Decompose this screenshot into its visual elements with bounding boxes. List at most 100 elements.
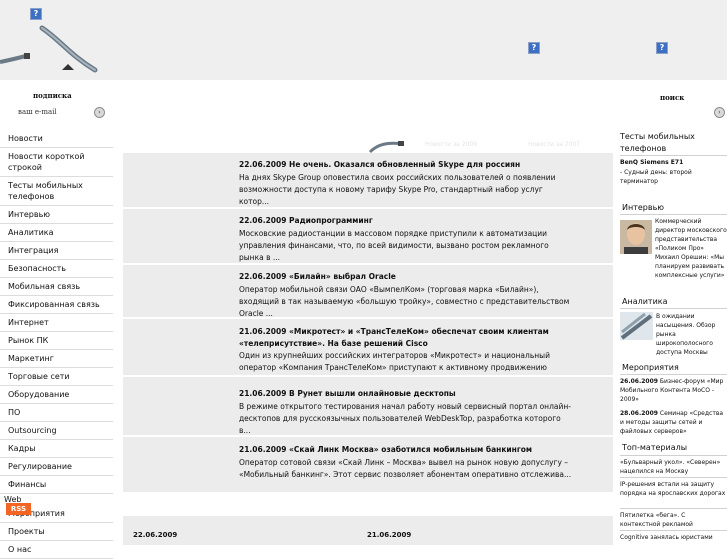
nav-item-label: Интервью (8, 210, 51, 219)
news-item: 22.06.2009 Не очень. Оказался обновленны… (123, 153, 613, 207)
nav-item-label: Рынок ПК (8, 336, 49, 345)
news-item: 21.06.2009 «Микротест» и «ТрансТелеКом» … (123, 319, 613, 384)
left-navigation: Новости Новости короткой строкой Тесты м… (0, 130, 113, 559)
top-item[interactable]: Cognitive занялась юристами (620, 533, 726, 542)
nav-item-internet[interactable]: Интернет (0, 314, 113, 332)
nav-item-label: Регулирование (8, 462, 72, 471)
news-title[interactable]: 22.06.2009 «Билайн» выбрал Oracle (239, 272, 396, 281)
search-title: поиск (660, 93, 685, 102)
news-item: 21.06.2009 «Скай Линк Москва» озаботился… (123, 437, 613, 492)
date-label: 22.06.2009 (133, 531, 178, 539)
event-date: 28.06.2009 (620, 410, 658, 417)
nav-item-label: Фиксированная связь (8, 300, 100, 309)
nav-item-regulation[interactable]: Регулирование (0, 458, 113, 476)
event-date: 26.06.2009 (620, 378, 658, 385)
divider (620, 155, 727, 156)
nav-item-marketing[interactable]: Маркетинг (0, 350, 113, 368)
nav-item-projects[interactable]: Проекты (0, 523, 113, 541)
news-title[interactable]: 22.06.2009 Не очень. Оказался обновленны… (239, 160, 520, 169)
analytics-photo (620, 312, 653, 340)
divider (620, 508, 727, 509)
broken-image-icon: ? (528, 42, 540, 54)
nav-item-mobile[interactable]: Мобильная связь (0, 278, 113, 296)
archive-tab-2009[interactable]: Новости за 2009 (425, 141, 477, 148)
nav-item-personnel[interactable]: Кадры (0, 440, 113, 458)
nav-item-label: Тесты мобильных телефонов (8, 181, 83, 201)
nav-item-label: Аналитика (8, 228, 54, 237)
divider (620, 374, 727, 375)
news-title[interactable]: 21.06.2009 «Микротест» и «ТрансТелеКом» … (239, 326, 619, 350)
nav-item-label: Финансы (8, 480, 47, 489)
interview-heading[interactable]: Интервью (622, 202, 727, 214)
nav-item-label: Мобильная связь (8, 282, 81, 291)
news-item: 22.06.2009 «Билайн» выбрал Oracle Операт… (123, 265, 613, 318)
interview-text[interactable]: Коммерческий директор московского предст… (655, 217, 727, 280)
date-label: 21.06.2009 (367, 531, 412, 539)
news-text: Оператор сотовой связи «Скай Линк – Моск… (239, 458, 572, 479)
news-text: Московские радиостанции в массовом поряд… (239, 229, 549, 262)
nav-item-label: Торговые сети (8, 372, 70, 381)
divider (620, 530, 727, 531)
top-item[interactable]: «Бульварный укол». «Северен» нацелился н… (620, 458, 726, 476)
events-heading[interactable]: Мероприятия (622, 362, 727, 374)
nav-item-news[interactable]: Новости (0, 130, 113, 148)
nav-item-label: Оборудование (8, 390, 70, 399)
divider (620, 455, 727, 456)
divider (620, 308, 727, 309)
analytics-heading[interactable]: Аналитика (622, 296, 727, 308)
nav-item-about[interactable]: О нас (0, 541, 113, 559)
subscribe-go-button[interactable]: › (94, 107, 105, 118)
news-item: 21.06.2009 В Рунет вышли онлайновые деск… (123, 377, 613, 435)
nav-item-integration[interactable]: Интеграция (0, 242, 113, 260)
nav-item-label: ПО (8, 408, 21, 417)
news-item: 22.06.2009 Радиопрограмминг Московские р… (123, 209, 613, 263)
nav-item-label: Проекты (8, 527, 45, 536)
nav-item-label: Маркетинг (8, 354, 54, 363)
top-item[interactable]: IP-решения встали на защиту порядка на я… (620, 480, 726, 498)
nav-item-pc-market[interactable]: Рынок ПК (0, 332, 113, 350)
rss-button[interactable]: RSS (6, 503, 31, 515)
nav-item-label: Новости (8, 134, 43, 143)
subscribe-title: подписка (33, 91, 72, 100)
nav-item-label: Новости короткой строкой (8, 152, 85, 172)
nav-item-fixed[interactable]: Фиксированная связь (0, 296, 113, 314)
news-title[interactable]: 21.06.2009 «Скай Линк Москва» озаботился… (239, 445, 532, 454)
interview-photo (620, 220, 652, 254)
nav-item-label: Кадры (8, 444, 36, 453)
top-item[interactable]: Пятилетка «бега». С контекстной рекламой (620, 511, 726, 529)
nav-item-security[interactable]: Безопасность (0, 260, 113, 278)
nav-item-label: Безопасность (8, 264, 66, 273)
news-title[interactable]: 22.06.2009 Радиопрограмминг (239, 216, 373, 225)
nav-item-label: Интеграция (8, 246, 59, 255)
nav-item-interview[interactable]: Интервью (0, 206, 113, 224)
cable-small-graphic (368, 141, 404, 154)
event-item[interactable]: 28.06.2009 Семинар «Средства и методы за… (620, 409, 726, 436)
phone-tests-heading[interactable]: Тесты мобильных телефонов (620, 131, 727, 155)
nav-item-analytics[interactable]: Аналитика (0, 224, 113, 242)
nav-item-outsourcing[interactable]: Outsourcing (0, 422, 113, 440)
nav-item-label: Outsourcing (8, 426, 57, 435)
nav-item-phone-tests[interactable]: Тесты мобильных телефонов (0, 177, 113, 206)
nav-item-software[interactable]: ПО (0, 404, 113, 422)
news-date-strip: 22.06.2009 21.06.2009 (123, 516, 613, 545)
nav-item-label: О нас (8, 545, 32, 554)
nav-item-equipment[interactable]: Оборудование (0, 386, 113, 404)
divider (620, 477, 727, 478)
email-input[interactable]: ваш e-mail (18, 108, 57, 116)
phone-test-title[interactable]: BenQ Siemens E71 (620, 158, 683, 167)
search-go-button[interactable]: › (714, 107, 725, 118)
broken-image-icon: ? (656, 42, 668, 54)
nav-item-finance[interactable]: Финансы (0, 476, 113, 494)
news-text: В режиме открытого тестирования начал ра… (239, 402, 571, 435)
broken-image-icon: ? (30, 8, 42, 20)
nav-item-retail[interactable]: Торговые сети (0, 368, 113, 386)
nav-item-news-short[interactable]: Новости короткой строкой (0, 148, 113, 177)
news-title[interactable]: 21.06.2009 В Рунет вышли онлайновые деск… (239, 389, 456, 398)
top-materials-heading[interactable]: Топ-материалы (622, 442, 727, 454)
analytics-text[interactable]: В ожидании насыщения. Обзор рынка широко… (656, 312, 724, 357)
cable-logo-graphic (0, 25, 98, 73)
event-item[interactable]: 26.06.2009 Бизнес-форум «Мир Мобильного … (620, 377, 726, 404)
news-text: На днях Skype Group оповестила своих рос… (239, 173, 556, 206)
archive-tab-2007[interactable]: Новости за 2007 (528, 141, 580, 148)
nav-item-label: Интернет (8, 318, 49, 327)
